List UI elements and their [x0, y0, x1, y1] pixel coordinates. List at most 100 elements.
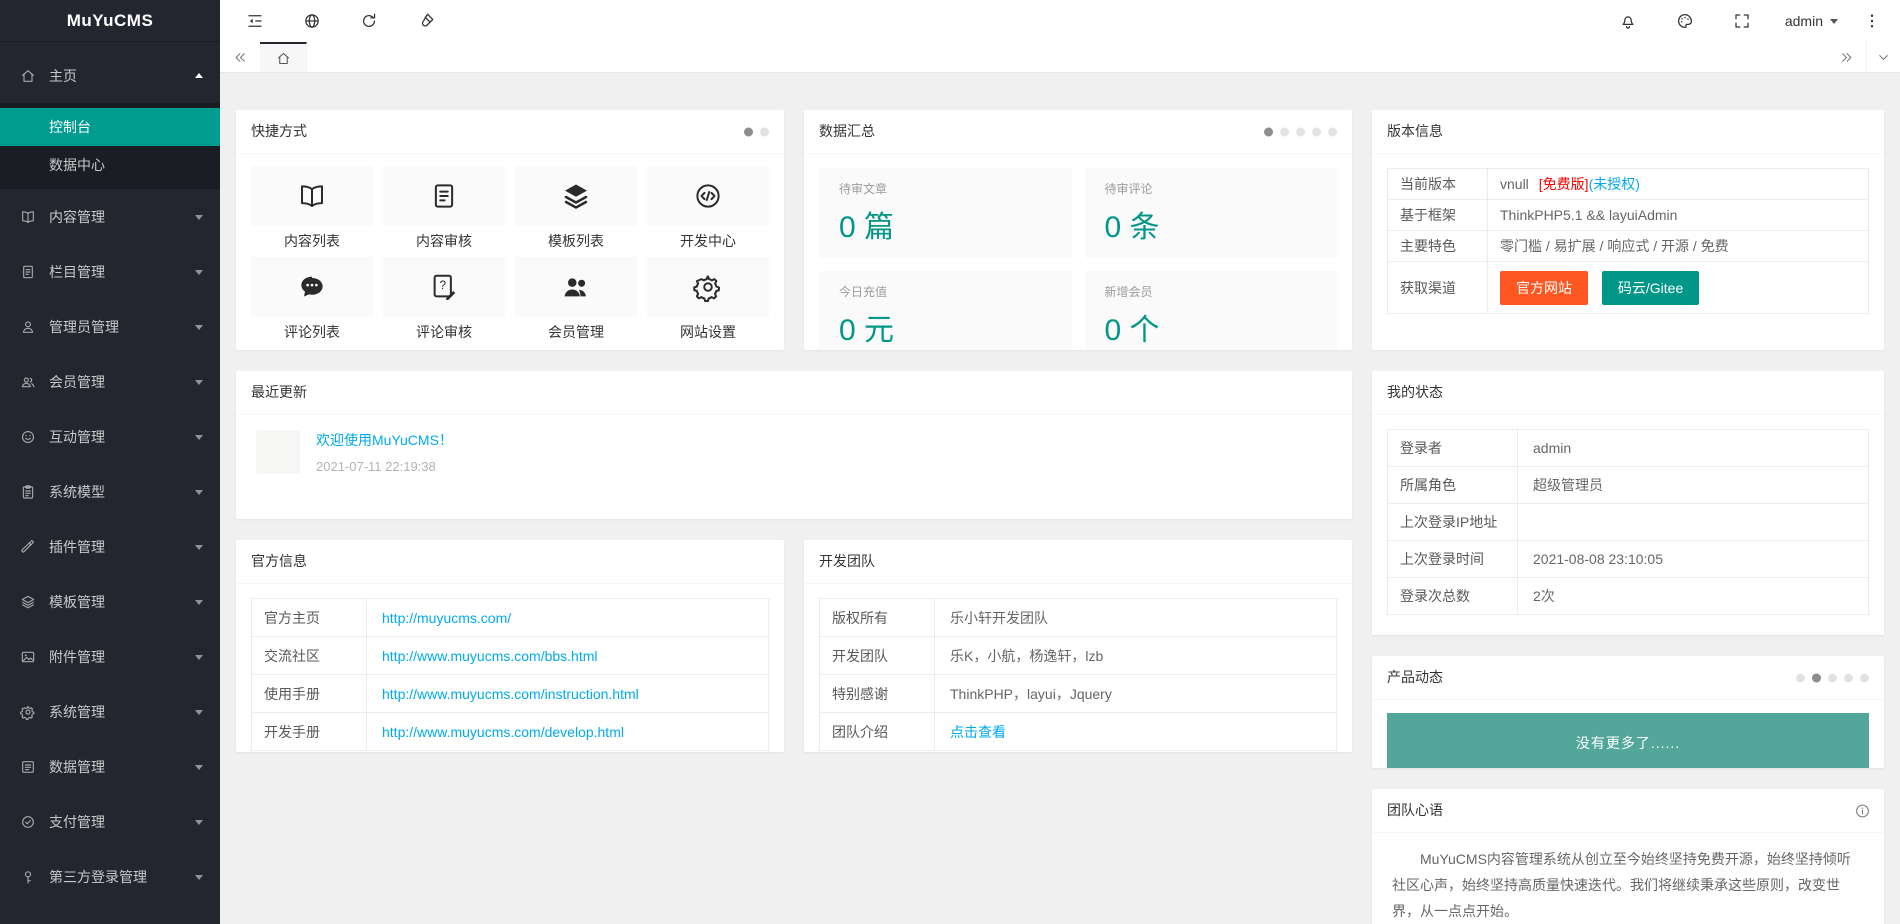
shortcut[interactable]: 网站设置	[647, 257, 769, 340]
users-icon	[20, 374, 36, 390]
sidebar-item-label: 插件管理	[49, 537, 105, 557]
carousel-dot[interactable]	[744, 127, 753, 136]
table-row: 当前版本 vnull[免费版](未授权)	[1388, 169, 1869, 200]
row-value: 乐K，小航，杨逸轩，lzb	[950, 648, 1103, 664]
dashboard: 快捷方式 内容列表 内容审核	[220, 73, 1900, 924]
stats-grid: 待审文章 0 篇 待审评论 0 条 今日充值 0 元 新增会员 0 个	[804, 154, 1352, 350]
layers-icon	[20, 594, 36, 610]
sidebar-item[interactable]: 附件管理	[0, 629, 220, 684]
stat-label: 今日充值	[839, 283, 1052, 300]
row-value: ThinkPHP5.1 && layuiAdmin	[1488, 200, 1869, 231]
carousel-dot[interactable]	[1312, 127, 1321, 136]
carousel-dot[interactable]	[1812, 673, 1821, 682]
caret-down-icon	[195, 600, 203, 605]
card-title: 产品动态	[1387, 669, 1443, 685]
sidebar-subitem[interactable]: 控制台	[0, 108, 220, 146]
official-link[interactable]: http://www.muyucms.com/bbs.html	[382, 648, 598, 664]
shortcut[interactable]: 模板列表	[515, 166, 637, 249]
sidebar-item[interactable]: 数据管理	[0, 739, 220, 794]
tab-home[interactable]	[260, 42, 307, 72]
file-list-icon	[20, 264, 36, 280]
carousel-dot[interactable]	[1264, 127, 1273, 136]
sidebar-groups: 内容管理 栏目管理 管理员管理 会员管理 互动管理	[0, 189, 220, 904]
collapse-sidebar-button[interactable]	[226, 0, 283, 42]
shortcut[interactable]: 内容列表	[251, 166, 373, 249]
theme-button[interactable]	[1657, 0, 1714, 42]
notifications-button[interactable]	[1600, 0, 1657, 42]
table-row: 上次登录时间 2021-08-08 23:10:05	[1388, 541, 1869, 578]
globe-icon	[303, 12, 321, 30]
carousel-dot[interactable]	[760, 127, 769, 136]
clear-cache-button[interactable]	[397, 0, 454, 42]
sidebar: MuYuCMS 主页 控制台数据中心 内容管理 栏目管理	[0, 0, 220, 924]
tabs-dropdown-button[interactable]	[1866, 42, 1900, 72]
sidebar-item-home[interactable]: 主页	[0, 48, 220, 103]
caret-up-icon	[195, 73, 203, 78]
sidebar-item[interactable]: 会员管理	[0, 354, 220, 409]
official-link[interactable]: http://www.muyucms.com/develop.html	[382, 724, 624, 740]
official-site-button[interactable]: 官方网站	[1500, 271, 1588, 305]
carousel-dot[interactable]	[1828, 673, 1837, 682]
gitee-button[interactable]: 码云/Gitee	[1602, 271, 1699, 305]
card-header: 团队心语	[1372, 789, 1884, 833]
sidebar-item[interactable]: 内容管理	[0, 189, 220, 244]
more-menu-button[interactable]	[1852, 0, 1892, 42]
shortcut[interactable]: 内容审核	[383, 166, 505, 249]
shortcut-label: 内容审核	[383, 233, 505, 249]
shortcut[interactable]: 评论审核	[383, 257, 505, 340]
sidebar-item[interactable]: 第三方登录管理	[0, 849, 220, 904]
tabs-scroll-right-button[interactable]	[1826, 42, 1866, 72]
card-header: 最近更新	[236, 371, 1352, 415]
card-title: 团队心语	[1387, 802, 1443, 818]
carousel-dot[interactable]	[1296, 127, 1305, 136]
sidebar-item[interactable]: 支付管理	[0, 794, 220, 849]
sidebar-subitem[interactable]: 数据中心	[0, 146, 220, 184]
shortcut[interactable]: 开发中心	[647, 166, 769, 249]
sidebar-item[interactable]: 系统模型	[0, 464, 220, 519]
sidebar-item-label: 模板管理	[49, 592, 105, 612]
update-link[interactable]: 欢迎使用MuYuCMS！	[316, 432, 453, 448]
shortcut-label: 模板列表	[515, 233, 637, 249]
tabs-scroll-left-button[interactable]	[220, 42, 260, 72]
visit-site-button[interactable]	[283, 0, 340, 42]
carousel-dot[interactable]	[1844, 673, 1853, 682]
shortcut-icon-box	[251, 166, 373, 226]
dev-team-table: 版权所有 乐小轩开发团队 开发团队 乐K，小航，杨逸轩，lzb 特别感谢 Thi…	[819, 598, 1337, 751]
sidebar-nav: 主页 控制台数据中心 内容管理 栏目管理 管理员管理	[0, 42, 220, 904]
update-date: 2021-07-11 22:19:38	[316, 459, 453, 474]
stat-box: 待审文章 0 篇	[819, 168, 1072, 258]
carousel-dot[interactable]	[1280, 127, 1289, 136]
comment-dots-icon	[297, 272, 327, 302]
official-link[interactable]: http://muyucms.com/	[382, 610, 511, 626]
users-fill-icon	[561, 272, 591, 302]
sidebar-item[interactable]: 插件管理	[0, 519, 220, 574]
sidebar-item[interactable]: 互动管理	[0, 409, 220, 464]
card-title: 我的状态	[1387, 384, 1443, 400]
sidebar-item-label: 管理员管理	[49, 317, 119, 337]
official-link[interactable]: http://www.muyucms.com/instruction.html	[382, 686, 639, 702]
shortcut[interactable]: 会员管理	[515, 257, 637, 340]
check-circle-icon	[20, 814, 36, 830]
user-menu[interactable]: admin	[1771, 0, 1852, 42]
update-item[interactable]: 欢迎使用MuYuCMS！ 2021-07-11 22:19:38	[236, 415, 1352, 489]
table-row: 登录次总数 2次	[1388, 578, 1869, 615]
update-info: 欢迎使用MuYuCMS！ 2021-07-11 22:19:38	[316, 430, 453, 474]
sidebar-item[interactable]: 模板管理	[0, 574, 220, 629]
home-icon	[20, 68, 36, 84]
sidebar-item[interactable]: 系统管理	[0, 684, 220, 739]
key-icon	[20, 869, 36, 885]
info-icon[interactable]	[1854, 802, 1871, 819]
clipboard-icon	[20, 484, 36, 500]
shortcut[interactable]: 评论列表	[251, 257, 373, 340]
motto-text: MuYuCMS内容管理系统从创立至今始终坚持免费开源，始终坚持倾听社区心声，始终…	[1392, 847, 1864, 924]
card-product-news: 产品动态 没有更多了......	[1372, 656, 1884, 768]
sidebar-item[interactable]: 管理员管理	[0, 299, 220, 354]
carousel-dot[interactable]	[1328, 127, 1337, 136]
stat-box: 新增会员 0 个	[1085, 271, 1338, 350]
fullscreen-button[interactable]	[1714, 0, 1771, 42]
carousel-dot[interactable]	[1796, 673, 1805, 682]
carousel-dot[interactable]	[1860, 673, 1869, 682]
refresh-button[interactable]	[340, 0, 397, 42]
sidebar-item[interactable]: 栏目管理	[0, 244, 220, 299]
code-circle-icon	[693, 181, 723, 211]
